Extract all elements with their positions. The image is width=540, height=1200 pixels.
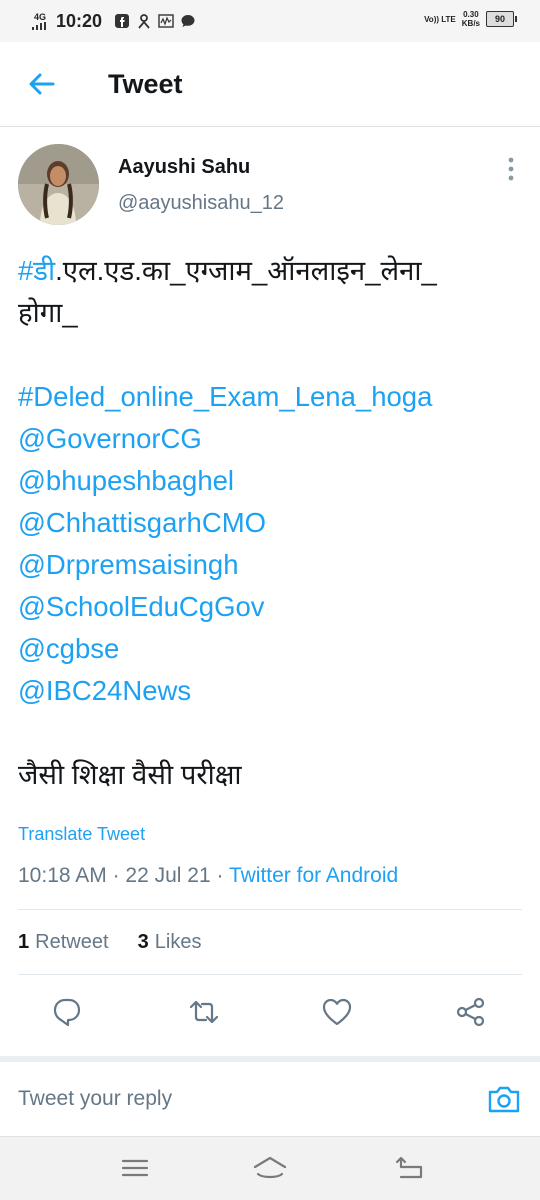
- tweet-line-hindi: जैसी शिक्षा वैसी परीक्षा: [18, 759, 242, 790]
- mention-link[interactable]: @bhupeshbaghel: [18, 460, 523, 502]
- home-icon[interactable]: [252, 1155, 288, 1181]
- speed-value: 0.30: [463, 10, 479, 19]
- like-stat[interactable]: 3 Likes: [138, 931, 202, 953]
- mention-link[interactable]: @cgbse: [18, 628, 523, 670]
- share-icon[interactable]: [455, 996, 487, 1028]
- retweet-stat[interactable]: 1 Retweet: [18, 931, 109, 953]
- volte-indicator: Vo)) LTE: [424, 14, 456, 24]
- system-nav-bar: [0, 1137, 540, 1200]
- like-label: Likes: [154, 931, 202, 953]
- facebook-icon: [115, 14, 130, 28]
- divider: [18, 974, 522, 975]
- network-speed: 0.30 KB/s: [462, 10, 480, 28]
- tweet-line-2: होगा_: [18, 297, 78, 328]
- top-app-bar: Tweet: [0, 42, 540, 127]
- mention-link[interactable]: @SchoolEduCgGov: [18, 586, 523, 628]
- author-name[interactable]: Aayushi Sahu: [118, 156, 250, 179]
- hashtag-continuation: .एल.एड.का_एग्जाम_ऑनलाइन_लेना_: [55, 255, 437, 286]
- status-bar: 4G 10:20 Vo)) LTE 0.30 KB/s 90: [0, 0, 540, 42]
- retweet-label: Retweet: [35, 931, 109, 953]
- battery-indicator: 90: [486, 11, 517, 27]
- more-vertical-icon[interactable]: [503, 155, 519, 183]
- camera-icon[interactable]: [486, 1083, 522, 1115]
- mention-link[interactable]: @GovernorCG: [18, 418, 523, 460]
- tweet-text: #डी.एल.एड.का_एग्जाम_ऑनलाइन_लेना_ होगा_ #…: [18, 250, 523, 796]
- page-title: Tweet: [108, 69, 183, 99]
- back-icon[interactable]: [393, 1155, 429, 1181]
- author-handle[interactable]: @aayushisahu_12: [118, 192, 284, 215]
- like-count: 3: [137, 931, 149, 953]
- clock: 10:20: [56, 10, 103, 31]
- message-icon: [181, 15, 195, 27]
- tweet-metadata: 10:18 AM · 22 Jul 21 · Twitter for Andro…: [18, 864, 398, 888]
- signal-icon: [32, 21, 46, 30]
- translate-tweet-link[interactable]: Translate Tweet: [18, 824, 145, 845]
- network-type: 4G: [33, 11, 46, 22]
- hashtag-link[interactable]: #Deled_online_Exam_Lena_hoga: [18, 376, 523, 418]
- tweet-client-link[interactable]: Twitter for Android: [229, 864, 398, 887]
- separator: ·: [112, 864, 126, 887]
- tweet-stats: 1 Retweet 3 Likes: [18, 931, 201, 954]
- tweet-time: 10:18 AM: [18, 864, 107, 887]
- hashtag-link[interactable]: #डी: [18, 255, 55, 286]
- retweet-icon[interactable]: [188, 996, 220, 1028]
- tweet-actions: [0, 996, 540, 1030]
- reply-icon[interactable]: [51, 996, 83, 1028]
- notification-app-icon: [138, 14, 150, 29]
- network-indicator: 4G: [32, 11, 48, 30]
- avatar[interactable]: [18, 144, 99, 225]
- speed-unit: KB/s: [461, 19, 480, 28]
- menu-icon[interactable]: [117, 1155, 153, 1181]
- mention-link[interactable]: @Drpremsaisingh: [18, 544, 523, 586]
- tweet-date: 22 Jul 21: [125, 864, 211, 887]
- reply-input[interactable]: Tweet your reply: [18, 1087, 172, 1111]
- activity-icon: [158, 14, 174, 28]
- section-divider: [0, 1056, 540, 1062]
- avatar-image: [18, 144, 99, 225]
- like-icon[interactable]: [321, 996, 353, 1028]
- mention-link[interactable]: @ChhattisgarhCMO: [18, 502, 523, 544]
- mention-link[interactable]: @IBC24News: [18, 670, 523, 712]
- tweet-line-1: #डी.एल.एड.का_एग्जाम_ऑनलाइन_लेना_: [18, 250, 523, 292]
- back-arrow-icon[interactable]: [26, 68, 58, 100]
- divider: [18, 909, 522, 910]
- retweet-count: 1: [18, 931, 30, 953]
- separator: ·: [216, 864, 229, 887]
